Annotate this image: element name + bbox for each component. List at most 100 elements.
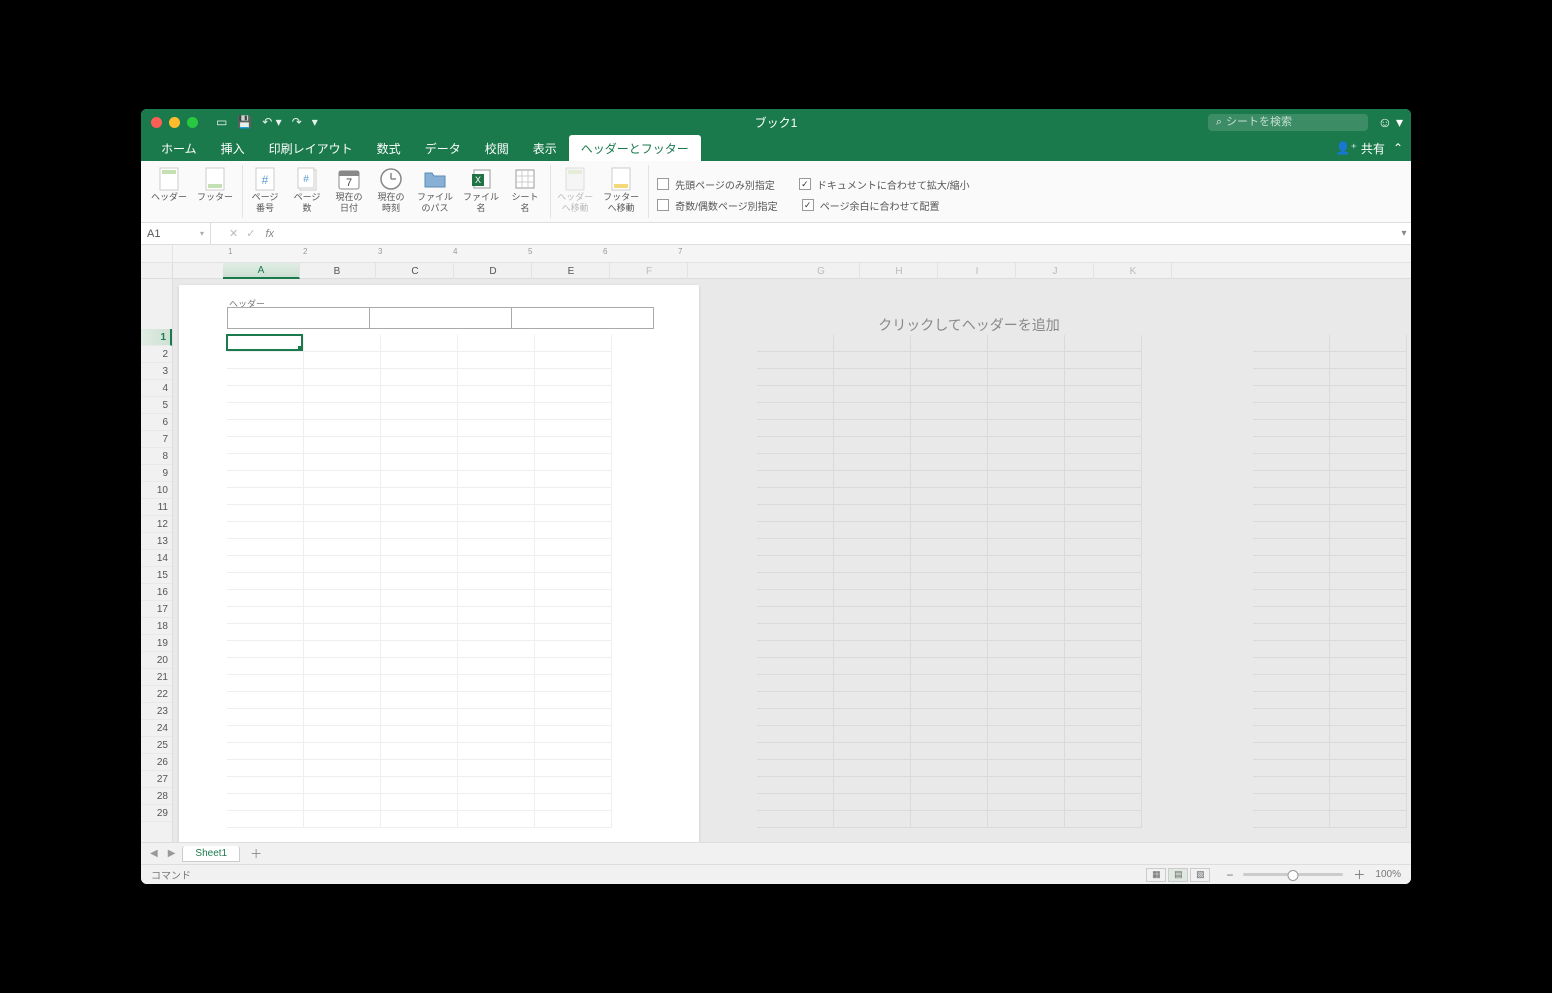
feedback-icon[interactable]: ☺ ▾ [1378, 114, 1403, 131]
tab-view[interactable]: 表示 [521, 135, 569, 161]
row-header-16[interactable]: 16 [141, 584, 172, 601]
column-header-F[interactable]: F [611, 263, 688, 279]
file-name-button[interactable]: X ファイル 名 [459, 165, 503, 216]
row-header-24[interactable]: 24 [141, 720, 172, 737]
row-header-21[interactable]: 21 [141, 669, 172, 686]
column-header-C[interactable]: C [377, 263, 454, 279]
first-page-different-checkbox[interactable]: 先頭ページのみ別指定 [657, 177, 775, 192]
redo-icon[interactable]: ↷ [292, 115, 302, 129]
row-header-1[interactable]: 1 [141, 329, 172, 346]
row-header-11[interactable]: 11 [141, 499, 172, 516]
row-header-5[interactable]: 5 [141, 397, 172, 414]
search-input[interactable] [1226, 116, 1360, 128]
qat-customize-icon[interactable]: ▾ [312, 115, 318, 129]
normal-view-button[interactable]: ▦ [1146, 868, 1166, 882]
column-header-J[interactable]: J [1017, 263, 1094, 279]
tab-data[interactable]: データ [413, 135, 473, 161]
row-header-10[interactable]: 10 [141, 482, 172, 499]
header-prompt-page-2[interactable]: クリックしてヘッダーを追加 [709, 285, 1229, 335]
row-header-25[interactable]: 25 [141, 737, 172, 754]
header-button[interactable]: ヘッダー [147, 165, 191, 205]
fx-label[interactable]: fx [265, 228, 274, 240]
undo-icon[interactable]: ↶ ▾ [262, 115, 281, 129]
row-header-6[interactable]: 6 [141, 414, 172, 431]
go-to-footer-button[interactable]: フッター へ移動 [599, 165, 643, 216]
row-header-2[interactable]: 2 [141, 346, 172, 363]
header-right-box[interactable] [511, 307, 654, 329]
column-header-K[interactable]: K [1095, 263, 1172, 279]
sheet-canvas[interactable]: ヘッダー クリックしてヘッダーを追加 クリックしてデータを追加 クリックしてデー [173, 279, 1411, 842]
maximize-window-button[interactable] [187, 117, 198, 128]
row-header-8[interactable]: 8 [141, 448, 172, 465]
align-with-margins-checkbox[interactable]: ✓ページ余白に合わせて配置 [802, 198, 940, 213]
row-header-19[interactable]: 19 [141, 635, 172, 652]
current-time-button[interactable]: 現在の 時刻 [371, 165, 411, 216]
go-to-header-button[interactable]: ヘッダー へ移動 [553, 165, 597, 216]
enter-formula-icon[interactable]: ✓ [246, 227, 255, 240]
row-header-22[interactable]: 22 [141, 686, 172, 703]
add-sheet-button[interactable]: ＋ [244, 845, 268, 862]
formula-input[interactable] [274, 223, 1397, 244]
header-edit-region[interactable] [227, 307, 653, 329]
sheet-tab-1[interactable]: Sheet1 [182, 846, 240, 862]
row-header-7[interactable]: 7 [141, 431, 172, 448]
header-center-box[interactable] [369, 307, 512, 329]
expand-formula-bar[interactable]: ▾ [1397, 228, 1411, 239]
row-header-3[interactable]: 3 [141, 363, 172, 380]
tab-page-layout[interactable]: 印刷レイアウト [257, 135, 365, 161]
row-header-23[interactable]: 23 [141, 703, 172, 720]
sheet-nav-prev[interactable]: ◀ [147, 848, 161, 859]
page-layout-view-button[interactable]: ▤ [1168, 868, 1188, 882]
row-header-17[interactable]: 17 [141, 601, 172, 618]
sheet-nav-next[interactable]: ▶ [165, 848, 179, 859]
footer-button[interactable]: フッター [193, 165, 237, 205]
titlebar-right: ⌕ ☺ ▾ [1208, 114, 1403, 131]
zoom-out-button[interactable]: − [1222, 868, 1237, 882]
column-header-G[interactable]: G [783, 263, 860, 279]
search-box[interactable]: ⌕ [1208, 114, 1368, 131]
tab-header-footer[interactable]: ヘッダーとフッター [569, 135, 701, 161]
page-number-button[interactable]: # ページ 番号 [245, 165, 285, 216]
zoom-in-button[interactable]: ＋ [1349, 866, 1369, 883]
row-header-27[interactable]: 27 [141, 771, 172, 788]
row-header-28[interactable]: 28 [141, 788, 172, 805]
current-date-button[interactable]: 7 現在の 日付 [329, 165, 369, 216]
row-header-18[interactable]: 18 [141, 618, 172, 635]
tab-home[interactable]: ホーム [149, 135, 209, 161]
row-header-26[interactable]: 26 [141, 754, 172, 771]
collapse-ribbon-icon[interactable]: ⌃ [1393, 141, 1403, 155]
row-header-20[interactable]: 20 [141, 652, 172, 669]
sheet-name-button[interactable]: シート 名 [505, 165, 545, 216]
column-header-E[interactable]: E [533, 263, 610, 279]
row-header-9[interactable]: 9 [141, 465, 172, 482]
odd-even-different-checkbox[interactable]: 奇数/偶数ページ別指定 [657, 198, 778, 213]
row-header-12[interactable]: 12 [141, 516, 172, 533]
share-button[interactable]: 👤⁺ 共有 [1336, 140, 1385, 157]
row-header-4[interactable]: 4 [141, 380, 172, 397]
minimize-window-button[interactable] [169, 117, 180, 128]
column-header-I[interactable]: I [939, 263, 1016, 279]
save-icon[interactable]: 💾 [237, 115, 252, 129]
scale-with-document-checkbox[interactable]: ✓ドキュメントに合わせて拡大/縮小 [799, 177, 970, 192]
column-header-A[interactable]: A [223, 263, 300, 279]
zoom-slider[interactable] [1243, 873, 1343, 876]
column-header-B[interactable]: B [299, 263, 376, 279]
page-count-button[interactable]: # ページ 数 [287, 165, 327, 216]
name-box[interactable]: A1▾ [141, 223, 211, 244]
row-header-29[interactable]: 29 [141, 805, 172, 822]
cancel-formula-icon[interactable]: ✕ [229, 227, 238, 240]
file-path-button[interactable]: ファイル のパス [413, 165, 457, 216]
close-window-button[interactable] [151, 117, 162, 128]
autosave-icon[interactable]: ▭ [216, 115, 227, 129]
tab-insert[interactable]: 挿入 [209, 135, 257, 161]
row-header-13[interactable]: 13 [141, 533, 172, 550]
header-left-box[interactable] [227, 307, 370, 329]
page-break-view-button[interactable]: ▧ [1190, 868, 1210, 882]
select-all-corner[interactable] [141, 263, 173, 278]
row-header-14[interactable]: 14 [141, 550, 172, 567]
tab-review[interactable]: 校閲 [473, 135, 521, 161]
row-header-15[interactable]: 15 [141, 567, 172, 584]
column-header-H[interactable]: H [861, 263, 938, 279]
column-header-D[interactable]: D [455, 263, 532, 279]
tab-formulas[interactable]: 数式 [365, 135, 413, 161]
